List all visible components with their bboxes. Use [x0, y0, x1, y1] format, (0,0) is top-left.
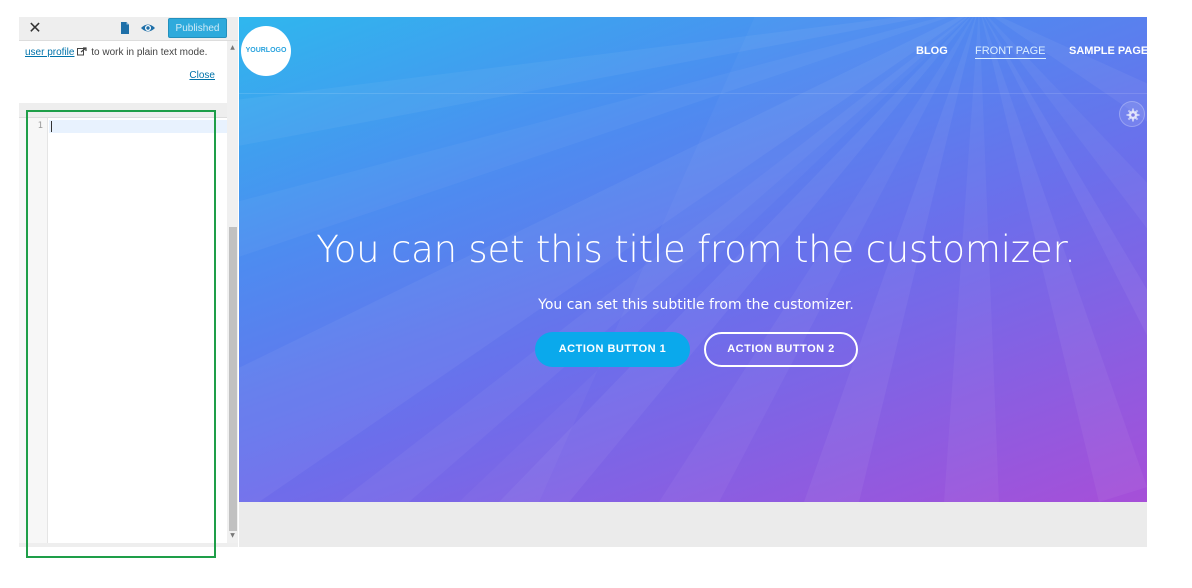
customizer-sidebar: ✕ Published user profile to work in plai… [19, 17, 238, 547]
external-link-icon [77, 47, 88, 56]
hero-title: You can set this title from the customiz… [316, 228, 1076, 271]
scrollbar-thumb[interactable] [229, 227, 237, 531]
sidebar-header: ✕ Published [19, 17, 238, 41]
notice-close-link[interactable]: Close [189, 70, 215, 81]
document-icon[interactable] [117, 20, 133, 36]
nav-item-sample-page[interactable]: SAMPLE PAGE [1069, 45, 1147, 57]
css-code-editor[interactable]: 1 [19, 117, 227, 543]
notice-text: user profile to work in plain text mode. [25, 47, 207, 58]
scroll-up-arrow-icon[interactable]: ▲ [227, 43, 238, 53]
nav-divider [239, 93, 1147, 94]
notice-message: to work in plain text mode. [91, 47, 208, 58]
user-profile-link[interactable]: user profile [25, 47, 74, 58]
close-icon[interactable]: ✕ [25, 18, 45, 38]
nav-item-blog[interactable]: BLOG [916, 45, 948, 57]
gear-icon[interactable] [1119, 101, 1145, 127]
text-caret [51, 121, 52, 132]
hero-section: YOURLOGO BLOG FRONT PAGE SAMPLE PAGE You… [239, 17, 1147, 502]
action-button-1[interactable]: ACTION BUTTON 1 [535, 332, 690, 367]
active-line-highlight [49, 120, 227, 133]
line-number-gutter: 1 [19, 118, 48, 543]
line-number: 1 [37, 121, 43, 131]
scroll-down-arrow-icon[interactable]: ▼ [227, 531, 238, 541]
hero-subtitle: You can set this subtitle from the custo… [538, 297, 854, 313]
gear-icon-shape [1126, 108, 1140, 122]
nav-item-front-page[interactable]: FRONT PAGE [975, 45, 1046, 59]
published-button[interactable]: Published [168, 18, 227, 38]
sidebar-scrollbar[interactable]: ▲ ▼ [227, 41, 238, 543]
site-logo[interactable]: YOURLOGO [241, 26, 291, 76]
site-preview: YOURLOGO BLOG FRONT PAGE SAMPLE PAGE You… [239, 17, 1147, 547]
action-button-2[interactable]: ACTION BUTTON 2 [704, 332, 858, 367]
eye-icon[interactable] [140, 20, 156, 36]
syntax-notice: user profile to work in plain text mode.… [19, 41, 227, 103]
